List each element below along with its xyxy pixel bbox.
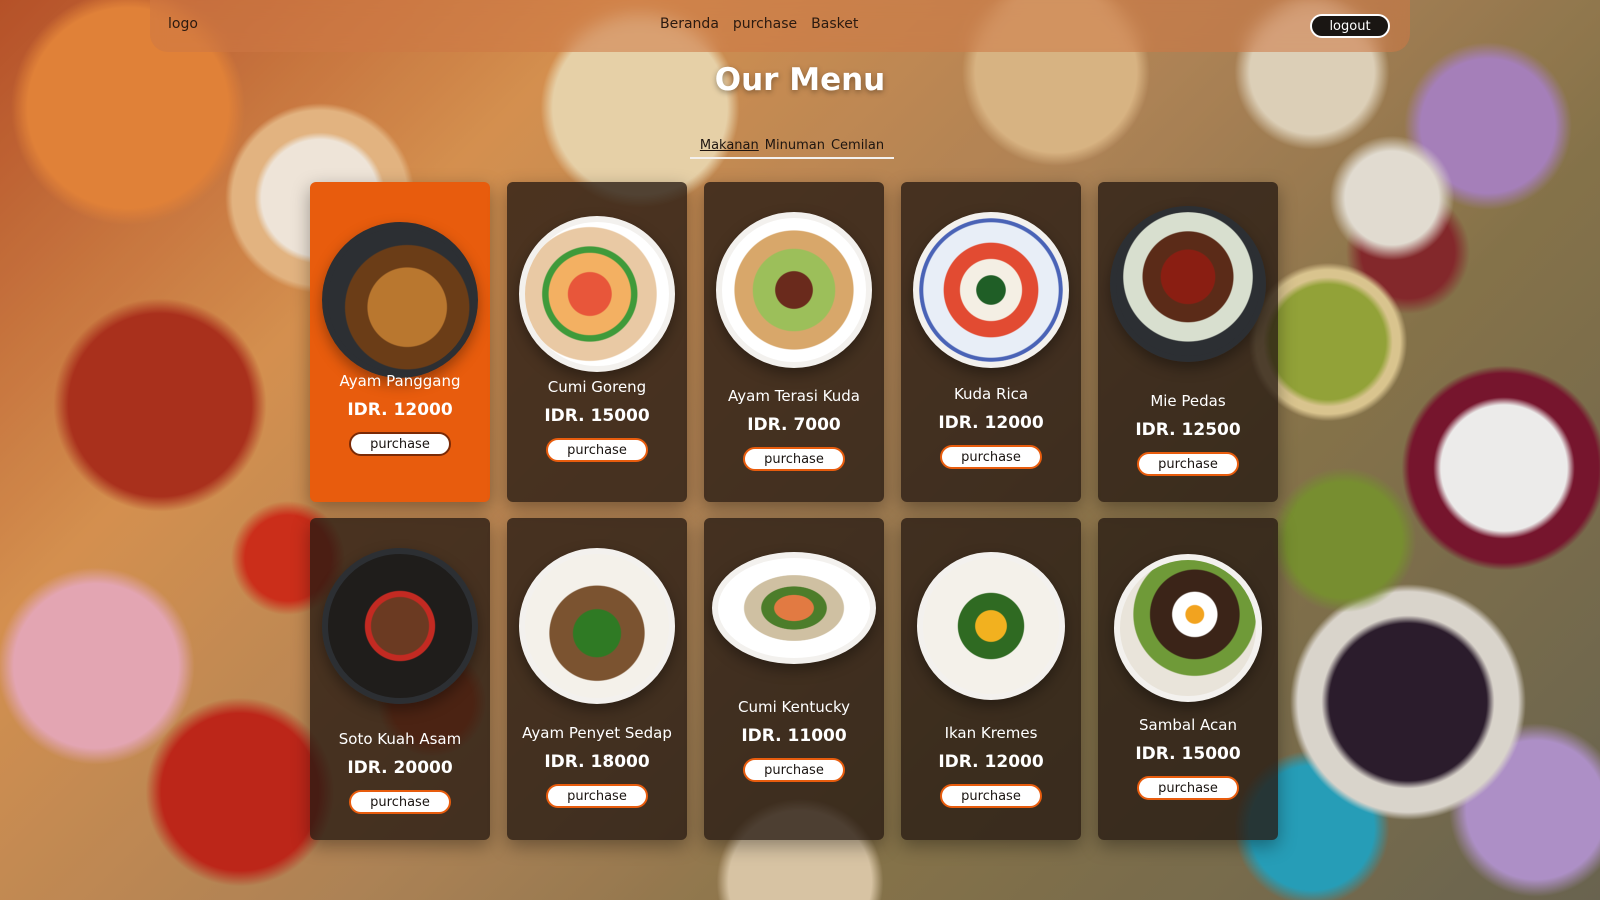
- caprese-plate-image: [913, 212, 1069, 368]
- purchase-button[interactable]: purchase: [1137, 452, 1239, 476]
- menu-item-price: IDR. 12500: [1135, 420, 1241, 440]
- menu-item-name: Cumi Goreng: [547, 378, 647, 396]
- menu-item-price: IDR. 20000: [347, 758, 453, 778]
- salmon-plate-image: [712, 552, 876, 664]
- purchase-button[interactable]: purchase: [1137, 776, 1239, 800]
- tab-makanan[interactable]: Makanan: [700, 138, 759, 153]
- menu-card[interactable]: Sambal Acan IDR. 15000 purchase: [1098, 518, 1278, 840]
- menu-item-price: IDR. 12000: [938, 752, 1044, 772]
- menu-item-price: IDR. 11000: [741, 726, 847, 746]
- green-beans-plate-image: [519, 548, 675, 704]
- salad-plate-image: [716, 212, 872, 368]
- skewer-plate-image: [1110, 206, 1266, 362]
- nav-links: Beranda purchase Basket: [660, 16, 858, 32]
- noodle-bowl-image: [322, 222, 478, 378]
- menu-item-price: IDR. 18000: [544, 752, 650, 772]
- menu-item-price: IDR. 12000: [938, 413, 1044, 433]
- nav-link-purchase[interactable]: purchase: [733, 16, 797, 32]
- logout-button[interactable]: logout: [1310, 14, 1390, 38]
- menu-item-price: IDR. 15000: [1135, 744, 1241, 764]
- purchase-button[interactable]: purchase: [546, 438, 648, 462]
- purchase-button[interactable]: purchase: [940, 784, 1042, 808]
- menu-item-name: Ayam Penyet Sedap: [522, 724, 672, 742]
- menu-card[interactable]: Ayam Panggang IDR. 12000 purchase: [310, 182, 490, 502]
- menu-item-name: Ayam Terasi Kuda: [728, 387, 860, 405]
- purchase-button[interactable]: purchase: [349, 432, 451, 456]
- nav-link-basket[interactable]: Basket: [811, 16, 858, 32]
- soup-bowl-image: [519, 216, 675, 372]
- menu-item-name: Ikan Kremes: [944, 724, 1038, 742]
- menu-card[interactable]: Soto Kuah Asam IDR. 20000 purchase: [310, 518, 490, 840]
- steak-board-image: [322, 548, 478, 704]
- menu-item-name: Sambal Acan: [1139, 716, 1237, 734]
- menu-item-price: IDR. 7000: [747, 415, 841, 435]
- menu-item-price: IDR. 15000: [544, 406, 650, 426]
- purchase-button[interactable]: purchase: [743, 758, 845, 782]
- page-title: Our Menu: [714, 62, 886, 98]
- purchase-button[interactable]: purchase: [546, 784, 648, 808]
- eggs-benedict-plate-image: [917, 552, 1065, 700]
- menu-card[interactable]: Cumi Goreng IDR. 15000 purchase: [507, 182, 687, 502]
- menu-item-name: Ayam Panggang: [339, 372, 461, 390]
- menu-item-name: Cumi Kentucky: [737, 698, 851, 716]
- menu-card[interactable]: Ayam Terasi Kuda IDR. 7000 purchase: [704, 182, 884, 502]
- menu-card[interactable]: Ikan Kremes IDR. 12000 purchase: [901, 518, 1081, 840]
- menu-card[interactable]: Kuda Rica IDR. 12000 purchase: [901, 182, 1081, 502]
- purchase-button[interactable]: purchase: [349, 790, 451, 814]
- navbar: logo Beranda purchase Basket logout: [150, 0, 1410, 52]
- menu-grid: Ayam Panggang IDR. 12000 purchase Cumi G…: [310, 182, 1280, 840]
- menu-item-name: Kuda Rica: [953, 385, 1029, 403]
- nav-link-beranda[interactable]: Beranda: [660, 16, 719, 32]
- tab-cemilan[interactable]: Cemilan: [831, 138, 884, 153]
- menu-item-name: Mie Pedas: [1150, 392, 1226, 410]
- purchase-button[interactable]: purchase: [940, 445, 1042, 469]
- menu-card[interactable]: Cumi Kentucky IDR. 11000 purchase: [704, 518, 884, 840]
- logo[interactable]: logo: [168, 16, 198, 32]
- fried-egg-plate-image: [1114, 554, 1262, 702]
- menu-card[interactable]: Ayam Penyet Sedap IDR. 18000 purchase: [507, 518, 687, 840]
- purchase-button[interactable]: purchase: [743, 447, 845, 471]
- menu-item-price: IDR. 12000: [347, 400, 453, 420]
- category-tabs: Makanan Minuman Cemilan: [690, 138, 894, 159]
- menu-card[interactable]: Mie Pedas IDR. 12500 purchase: [1098, 182, 1278, 502]
- tab-minuman[interactable]: Minuman: [765, 138, 825, 153]
- menu-item-name: Soto Kuah Asam: [338, 730, 462, 748]
